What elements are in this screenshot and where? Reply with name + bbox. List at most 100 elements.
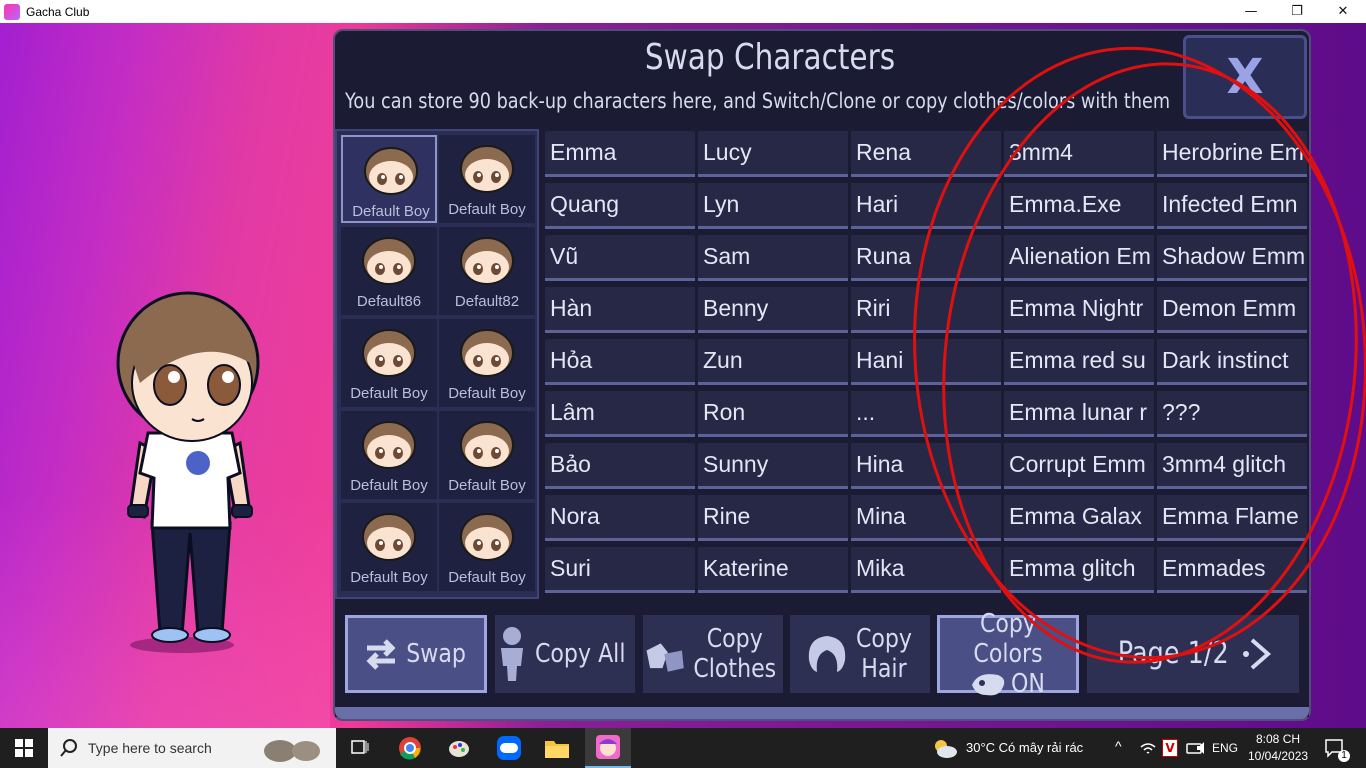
preset-face-icon <box>460 145 514 193</box>
character-slot[interactable]: Nora <box>545 495 695 541</box>
language-indicator[interactable]: ENG <box>1212 741 1238 755</box>
character-slot[interactable]: Emma lunar r <box>1004 391 1154 437</box>
swap-button[interactable]: Swap <box>345 615 487 693</box>
character-slot[interactable]: Corrupt Emm <box>1004 443 1154 489</box>
copy-clothes-button[interactable]: Copy Clothes <box>643 615 783 693</box>
character-slot[interactable]: Mina <box>851 495 1001 541</box>
preset-character[interactable]: Default Boy <box>439 503 535 591</box>
character-slot[interactable]: Ron <box>698 391 848 437</box>
panel-subtitle: You can store 90 back-up characters here… <box>345 89 1171 113</box>
window-titlebar: Gacha Club — ❐ ✕ <box>0 0 1366 23</box>
clock-date[interactable]: 10/04/2023 <box>1248 749 1308 763</box>
character-slot[interactable]: Demon Emm <box>1157 287 1307 333</box>
character-slot[interactable]: Lâm <box>545 391 695 437</box>
copy-colors-toggle[interactable]: Copy Colors ON <box>937 609 1079 699</box>
paint-app-icon[interactable] <box>443 734 475 762</box>
network-icon[interactable] <box>1140 742 1156 756</box>
zalo-icon[interactable] <box>493 734 525 762</box>
character-slot[interactable]: Zun <box>698 339 848 385</box>
character-slot[interactable]: Emma glitch <box>1004 547 1154 593</box>
character-slot[interactable]: Infected Emn <box>1157 183 1307 229</box>
character-slot[interactable]: Sunny <box>698 443 848 489</box>
clock-time[interactable]: 8:08 CH <box>1256 732 1300 746</box>
character-slot[interactable]: Rine <box>698 495 848 541</box>
volume-icon[interactable] <box>1196 740 1212 756</box>
preset-character[interactable]: Default Boy <box>341 503 437 591</box>
windows-logo-icon <box>15 739 33 757</box>
character-slot[interactable]: Suri <box>545 547 695 593</box>
copy-all-label: Copy All <box>534 639 626 669</box>
character-slot[interactable]: Katerine <box>698 547 848 593</box>
copy-hair-line2: Hair <box>861 654 907 684</box>
character-slot[interactable]: Mika <box>851 547 1001 593</box>
character-preview[interactable] <box>100 273 280 663</box>
taskbar-search-box[interactable]: Type here to search <box>48 728 336 768</box>
minimize-button[interactable]: — <box>1228 0 1274 23</box>
character-slot[interactable]: Sam <box>698 235 848 281</box>
show-hidden-icons-chevron[interactable]: ^ <box>1115 738 1122 754</box>
preset-character[interactable]: Default Boy <box>341 319 437 407</box>
search-icon <box>60 739 77 757</box>
file-explorer-icon[interactable] <box>541 734 573 762</box>
character-slot[interactable]: Hàn <box>545 287 695 333</box>
character-slot[interactable]: Hani <box>851 339 1001 385</box>
preset-face-icon <box>460 237 514 285</box>
weather-partly-cloudy-icon <box>935 740 957 758</box>
window-title: Gacha Club <box>26 4 90 19</box>
character-slot[interactable]: Emmades <box>1157 547 1307 593</box>
character-slot[interactable]: Herobrine Em <box>1157 131 1307 177</box>
character-slot[interactable]: Rena <box>851 131 1001 177</box>
character-slot[interactable]: Hina <box>851 443 1001 489</box>
character-slot[interactable]: Quang <box>545 183 695 229</box>
character-slot[interactable]: Riri <box>851 287 1001 333</box>
character-slot[interactable]: Emma Flame <box>1157 495 1307 541</box>
character-slot[interactable]: 3mm4 <box>1004 131 1154 177</box>
preset-face-icon <box>362 421 416 469</box>
character-slot[interactable]: Emma Galax <box>1004 495 1154 541</box>
preset-character[interactable]: Default Boy <box>341 411 437 499</box>
character-slot[interactable]: Hari <box>851 183 1001 229</box>
next-page-button[interactable]: Page 1/2 <box>1087 615 1299 693</box>
character-slot[interactable]: Runa <box>851 235 1001 281</box>
preset-character[interactable]: Default86 <box>341 227 437 315</box>
weather-text[interactable]: 30°C Có mây rải rác <box>966 740 1083 755</box>
preset-character[interactable]: Default82 <box>439 227 535 315</box>
character-slot[interactable]: Vũ <box>545 235 695 281</box>
character-slot[interactable]: ??? <box>1157 391 1307 437</box>
character-slot[interactable]: Lyn <box>698 183 848 229</box>
character-slot[interactable]: Alienation Em <box>1004 235 1154 281</box>
copy-hair-button[interactable]: Copy Hair <box>790 615 930 693</box>
close-window-button[interactable]: ✕ <box>1320 0 1366 23</box>
task-view-icon[interactable] <box>344 734 376 762</box>
character-slot[interactable]: Lucy <box>698 131 848 177</box>
character-slot[interactable]: Benny <box>698 287 848 333</box>
preset-character[interactable]: Default Boy <box>341 135 437 223</box>
antivirus-tray-icon[interactable]: V <box>1162 739 1178 757</box>
preset-character[interactable]: Default Boy <box>439 411 535 499</box>
swap-characters-panel: Swap Characters You can store 90 back-up… <box>333 29 1311 721</box>
preset-face-icon <box>362 513 416 561</box>
action-toolbar: Swap Copy All Copy Clothes Copy Hair Cop… <box>335 609 1309 717</box>
chrome-icon[interactable] <box>394 734 426 762</box>
paint-palette-icon <box>972 674 1005 696</box>
character-slot[interactable]: 3mm4 glitch <box>1157 443 1307 489</box>
gacha-club-taskbar-icon[interactable] <box>585 728 631 768</box>
character-slot[interactable]: Bảo <box>545 443 695 489</box>
character-slot[interactable]: Emma red su <box>1004 339 1154 385</box>
character-slot[interactable]: Dark instinct <box>1157 339 1307 385</box>
character-slot[interactable]: ... <box>851 391 1001 437</box>
start-button[interactable] <box>0 728 48 768</box>
close-panel-button[interactable]: X <box>1183 35 1307 119</box>
character-slot[interactable]: Emma <box>545 131 695 177</box>
character-silhouette-icon <box>500 627 523 681</box>
character-slot[interactable]: Emma Nightr <box>1004 287 1154 333</box>
preset-character[interactable]: Default Boy <box>439 319 535 407</box>
chevron-right-icon <box>1243 638 1272 670</box>
preset-character[interactable]: Default Boy <box>439 135 535 223</box>
character-slot[interactable]: Emma.Exe <box>1004 183 1154 229</box>
preset-face-icon <box>460 513 514 561</box>
character-slot[interactable]: Shadow Emm <box>1157 235 1307 281</box>
copy-all-button[interactable]: Copy All <box>495 615 635 693</box>
maximize-button[interactable]: ❐ <box>1274 0 1320 23</box>
character-slot[interactable]: Hỏa <box>545 339 695 385</box>
